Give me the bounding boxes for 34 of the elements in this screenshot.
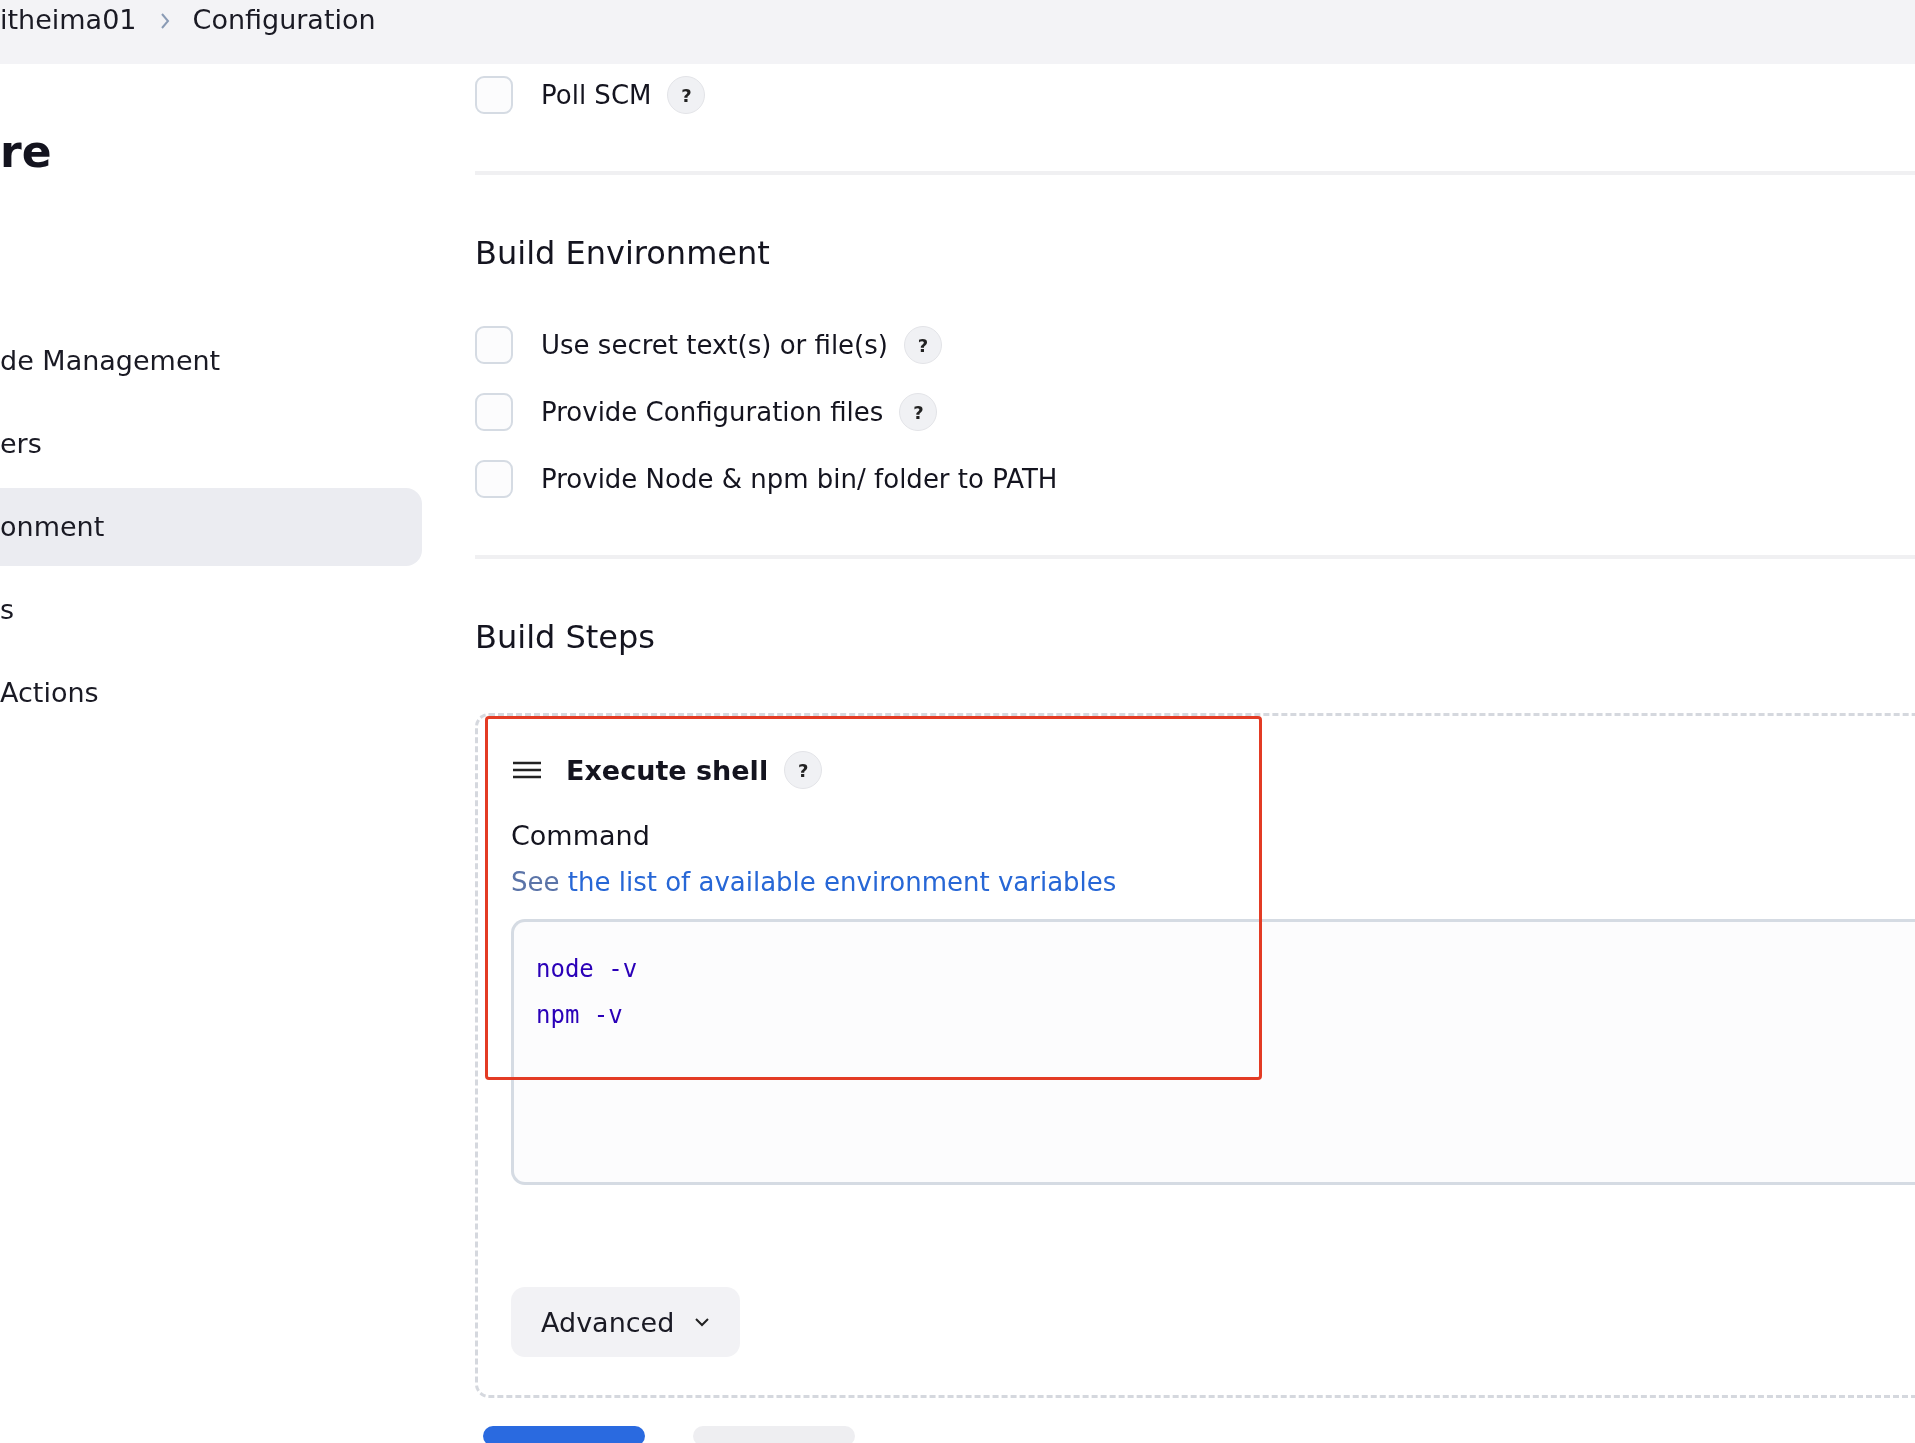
- sidebar-item[interactable]: s: [0, 571, 422, 649]
- breadcrumb-link[interactable]: itheima01: [0, 2, 137, 38]
- code-line: npm -v: [536, 1000, 624, 1031]
- checkbox[interactable]: [475, 76, 513, 114]
- help-button[interactable]: ?: [784, 751, 823, 789]
- step-title: Execute shell: [566, 754, 769, 786]
- sidebar-item[interactable]: de Management: [0, 322, 422, 400]
- help-button[interactable]: ?: [667, 76, 706, 114]
- checkbox[interactable]: [475, 326, 513, 364]
- section-title: Build Environment: [475, 233, 771, 273]
- breadcrumb-link[interactable]: Configuration: [192, 2, 376, 38]
- option-label: Provide Configuration files: [541, 397, 884, 427]
- field-label: Command: [511, 820, 651, 851]
- chevron-down-icon: [694, 1317, 711, 1327]
- command-field[interactable]: node -v npm -v: [511, 919, 1915, 1185]
- sidebar-item[interactable]: onment: [0, 488, 422, 566]
- help-button[interactable]: ?: [899, 393, 938, 431]
- help-button[interactable]: ?: [903, 326, 942, 364]
- code-line: node -v: [536, 954, 639, 985]
- environment-variables-link[interactable]: the list of available environment variables: [567, 867, 1117, 897]
- menu-icon[interactable]: [511, 760, 543, 780]
- checkbox[interactable]: [475, 393, 513, 431]
- sidebar-item[interactable]: ers: [0, 405, 422, 483]
- advanced-button[interactable]: Advanced: [511, 1287, 741, 1357]
- option-label: Provide Node & npm bin/ folder to PATH: [541, 464, 1058, 494]
- page-title: re: [0, 130, 52, 174]
- option-label: Use secret text(s) or file(s): [541, 330, 888, 360]
- partial-button[interactable]: [483, 1426, 645, 1443]
- sidebar-item[interactable]: Actions: [0, 654, 422, 732]
- chevron-right-icon: [158, 11, 171, 31]
- checkbox[interactable]: [475, 460, 513, 498]
- section-title: Build Steps: [475, 617, 657, 657]
- help-text: See the list of available environment variables: [511, 867, 1118, 897]
- option-label: Poll SCM: [541, 80, 652, 110]
